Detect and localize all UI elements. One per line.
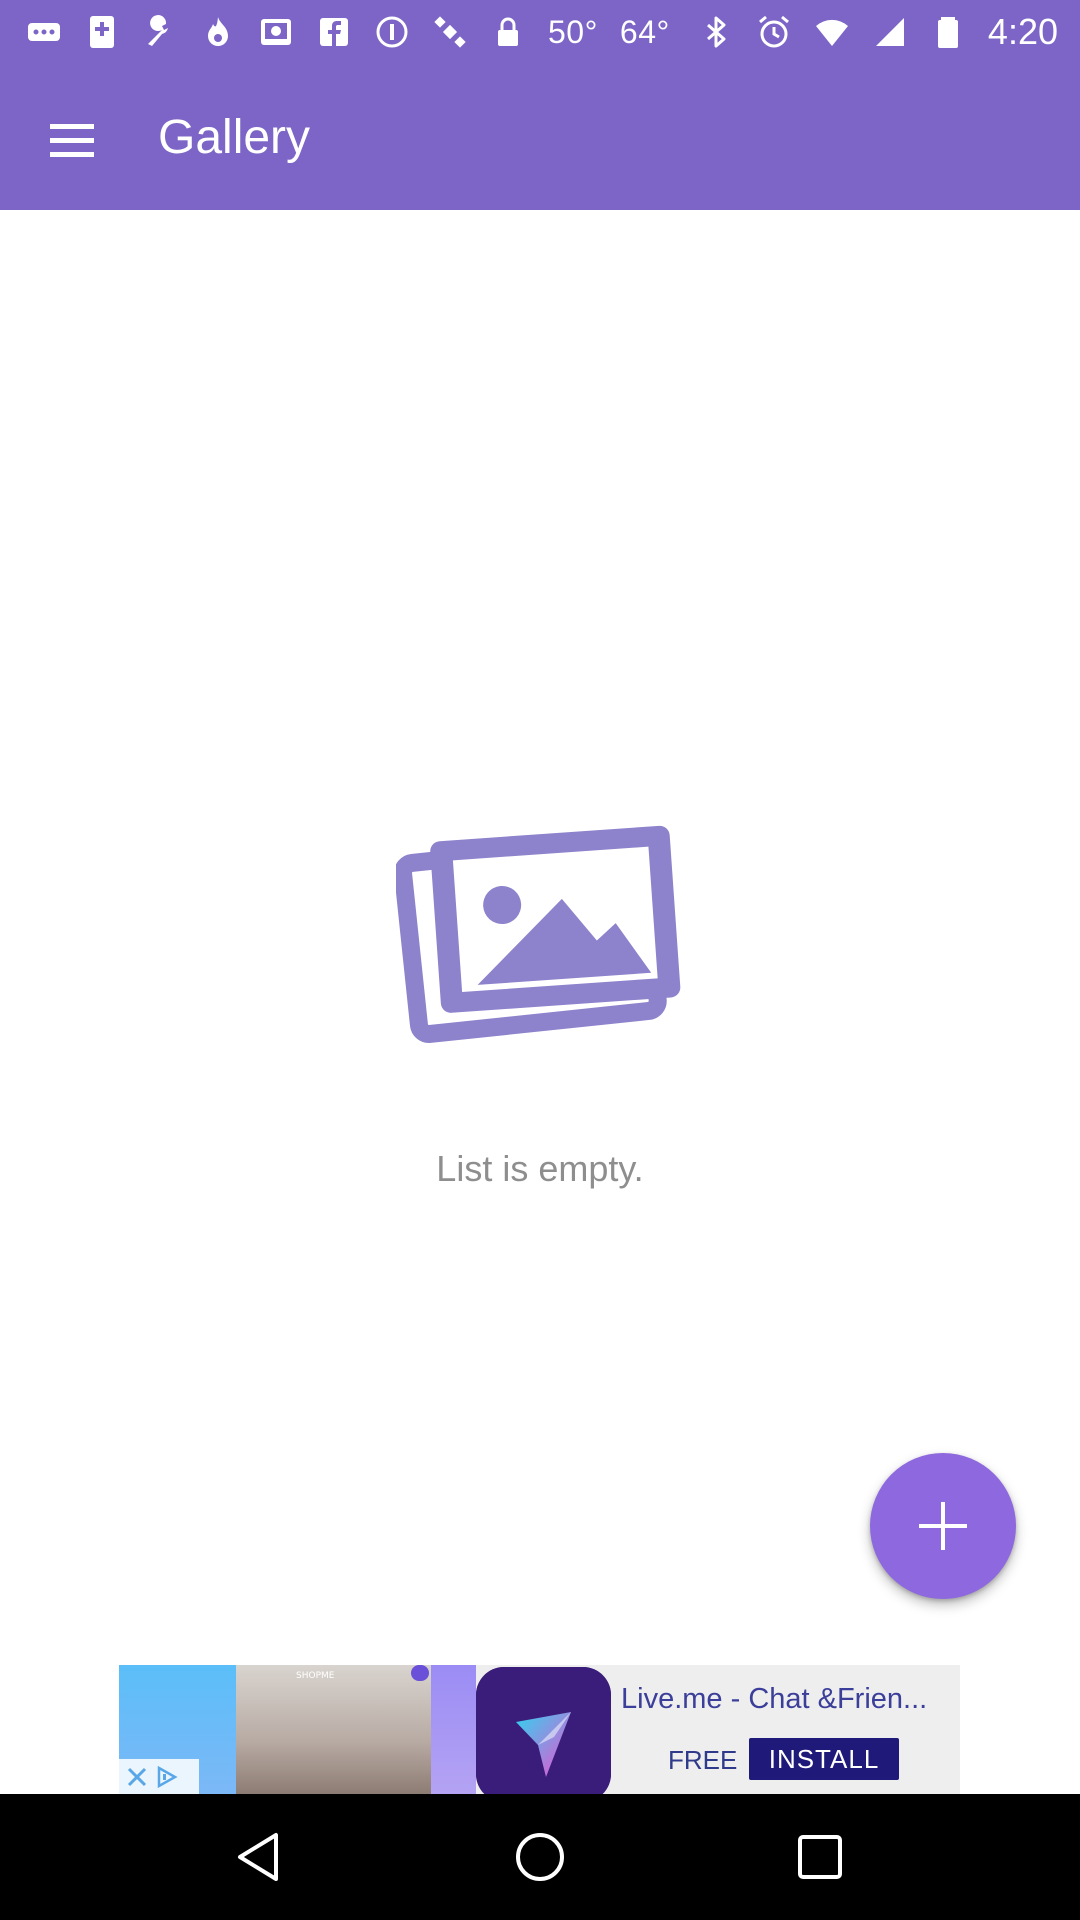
photo-icon [258,14,294,50]
status-right-icons: 4:20 [698,11,1058,53]
bluetooth-icon [698,14,734,50]
ad-install-button[interactable]: INSTALL [749,1738,899,1780]
add-button[interactable] [870,1453,1016,1599]
empty-gallery-icon [394,820,682,1046]
adchoices-icon [157,1765,178,1788]
plus-icon [84,14,120,50]
wifi-icon [814,14,850,50]
plus-icon [919,1502,967,1550]
recents-button[interactable] [780,1817,860,1897]
close-icon [127,1767,147,1786]
temperature-1: 50° [548,13,598,50]
ad-photo: SHOPME [236,1665,431,1794]
satellite-icon [432,14,468,50]
facebook-icon [316,14,352,50]
status-left-icons: 50° 64° [26,14,670,51]
ad-banner[interactable]: SHOPME Live.me - Chat &Frien... FREE INS… [119,1665,960,1794]
back-button[interactable] [220,1817,300,1897]
flame-icon [200,14,236,50]
alarm-icon [756,14,792,50]
home-circle-icon [516,1833,564,1881]
signal-icon [872,14,908,50]
info-icon [374,14,410,50]
lock-icon [490,14,526,50]
home-button[interactable] [500,1817,580,1897]
hamburger-menu-icon [50,124,94,157]
liveme-app-icon [476,1667,611,1794]
ad-mid-strip [431,1665,476,1794]
ad-choices[interactable] [119,1759,199,1794]
clock: 4:20 [987,11,1058,52]
wrench-icon [142,14,178,50]
page-title: Gallery [158,111,311,164]
more-icon [26,14,62,50]
ad-photo-label: SHOPME [296,1671,335,1681]
app-bar: Gallery [0,64,1080,210]
ad-free-label: FREE [668,1745,738,1775]
ad-title: Live.me - Chat &Frien... [621,1683,928,1715]
back-triangle-icon [238,1833,278,1881]
battery-icon [930,14,966,50]
status-bar: 50° 64° 4:20 [0,0,1080,64]
empty-message: List is empty. [436,1148,644,1189]
menu-button[interactable] [30,98,114,182]
navigation-bar [0,1794,1080,1920]
temperature-2: 64° [619,13,670,50]
recents-square-icon [798,1835,842,1879]
ad-photo-badge [411,1665,429,1681]
